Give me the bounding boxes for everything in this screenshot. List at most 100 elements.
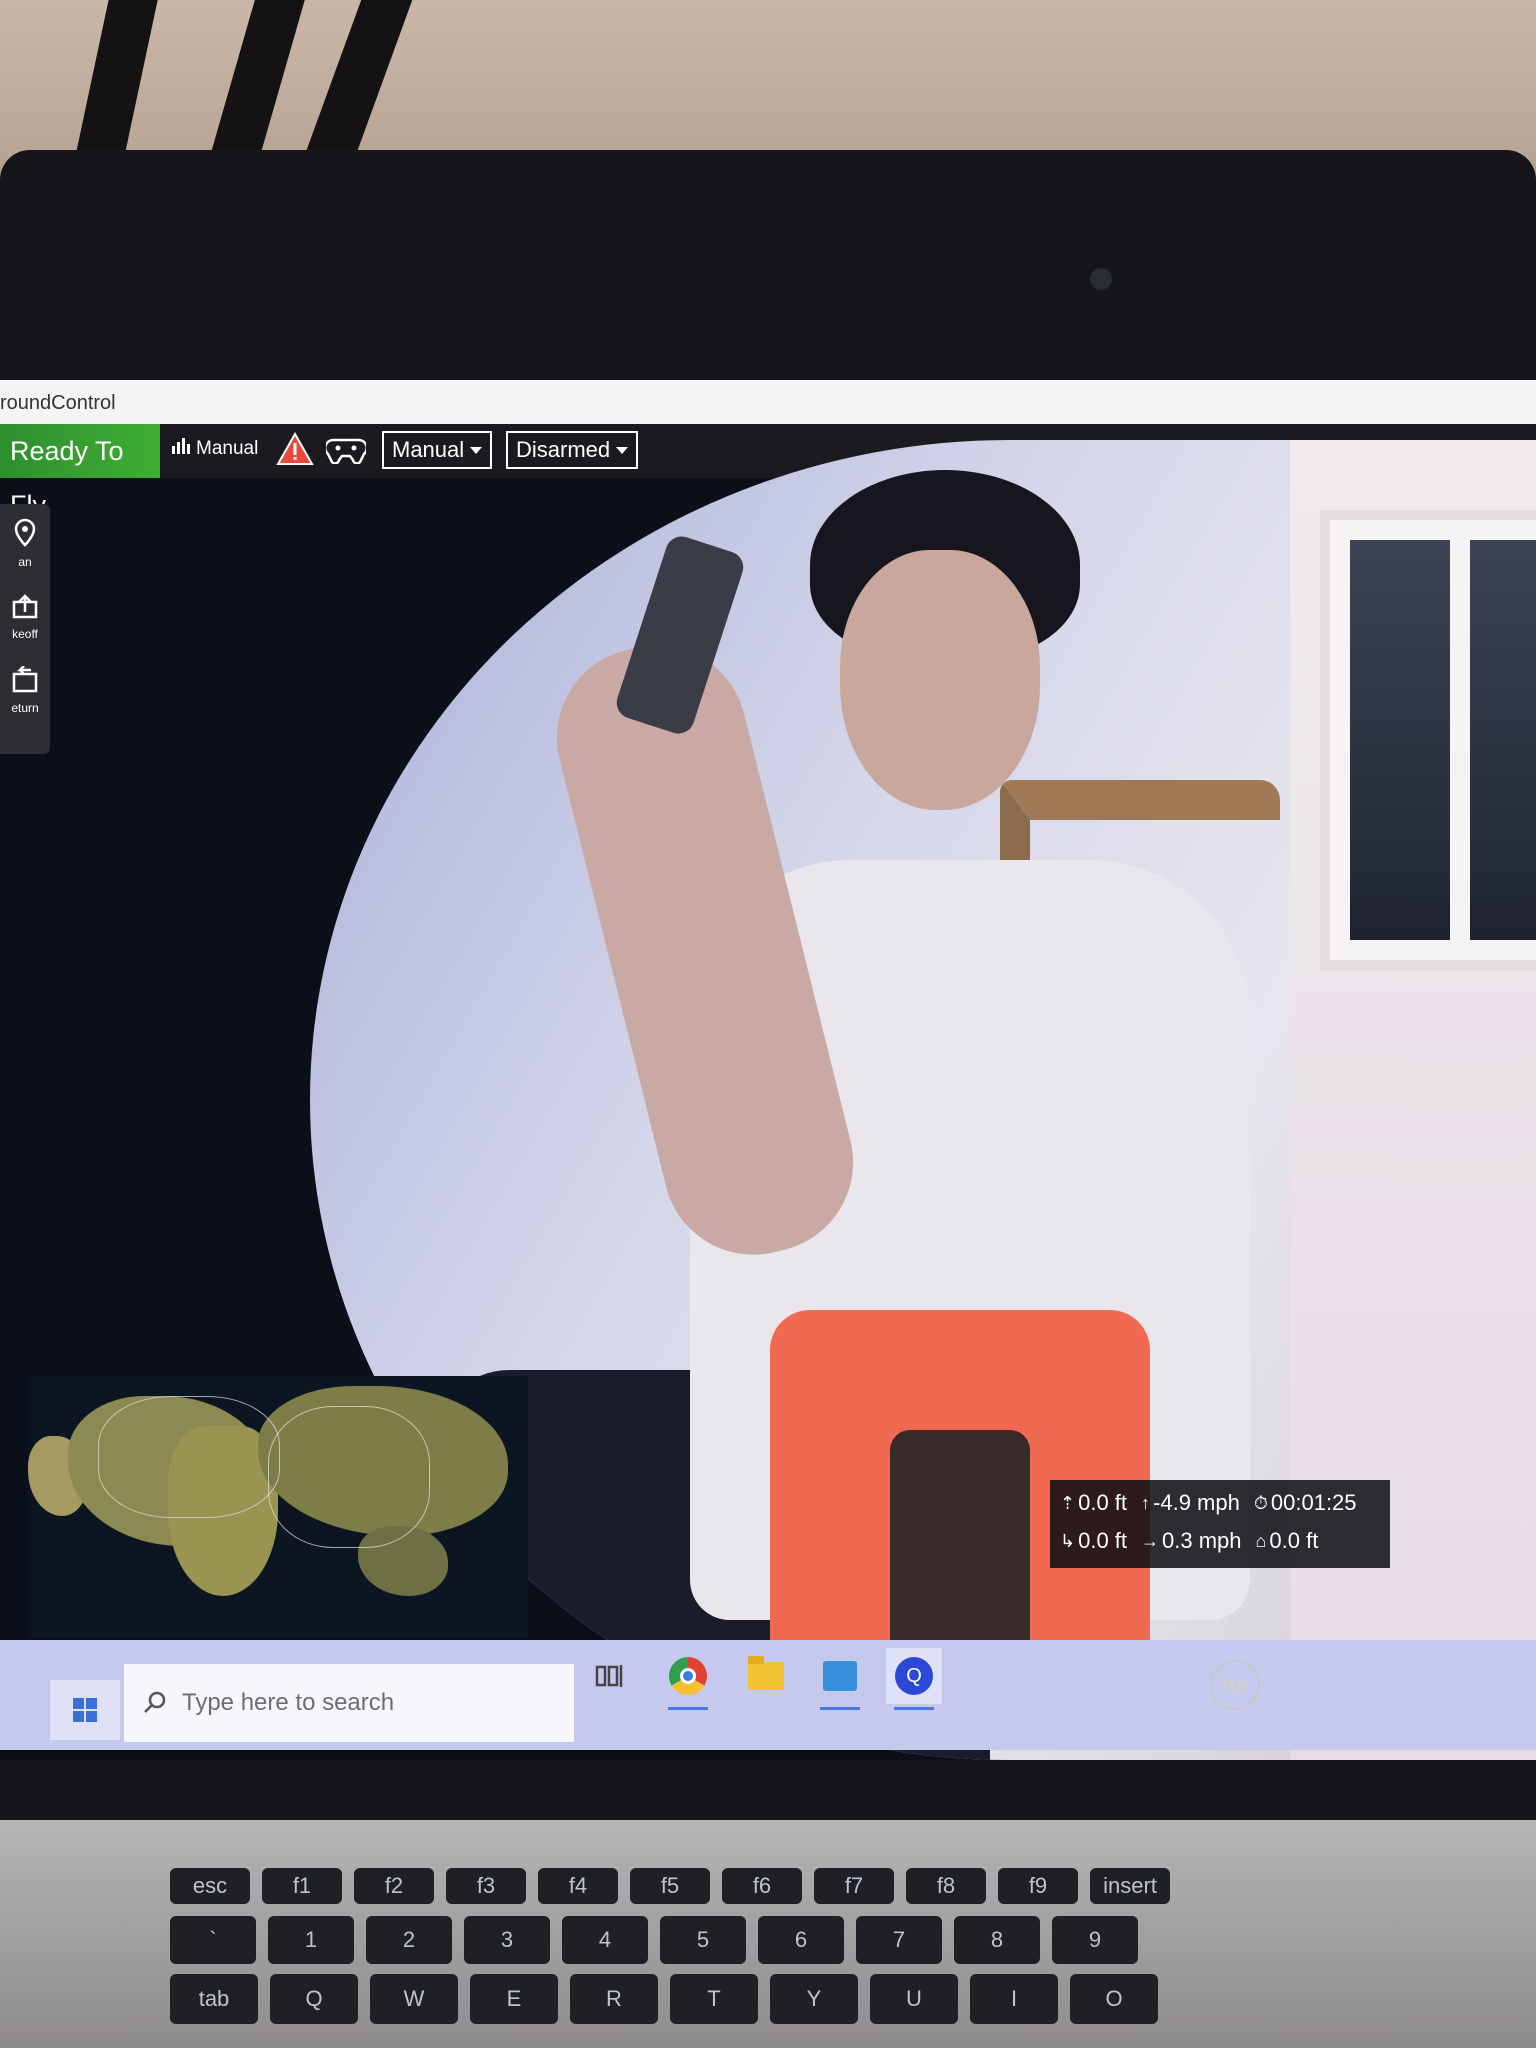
horizontal-speed-value: 0.3 mph: [1162, 1528, 1242, 1553]
toolstrip-takeoff[interactable]: keoff: [0, 592, 50, 641]
video-person-face: [840, 550, 1040, 810]
plan-icon: [14, 518, 36, 547]
telemetry-panel: ⇡ 0.0 ft ↑ -4.9 mph ⏱ 00:01:25 ↳ 0.0 ft → 0.3…: [1050, 1480, 1390, 1568]
taskbar-store[interactable]: [812, 1648, 868, 1710]
toolstrip-label: eturn: [11, 701, 39, 715]
active-app-indicator: [668, 1707, 708, 1710]
flight-mode-dropdown[interactable]: Manual: [382, 431, 492, 469]
keyboard-key[interactable]: f7: [814, 1868, 894, 1904]
map-border: [98, 1396, 280, 1518]
flight-mode-indicator[interactable]: Manual: [172, 438, 258, 460]
taskbar-search[interactable]: Type here to search: [124, 1664, 574, 1742]
search-placeholder: Type here to search: [182, 1689, 395, 1716]
horizontal-speed-readout: → 0.3 mph: [1141, 1528, 1242, 1554]
arm-state-dropdown[interactable]: Disarmed: [506, 431, 638, 469]
keyboard-key[interactable]: tab: [170, 1974, 258, 2024]
stopwatch-icon: ⏱: [1253, 1492, 1268, 1513]
keyboard-key[interactable]: f3: [446, 1868, 526, 1904]
video-window-pane: [1470, 540, 1536, 940]
telemetry-row: ⇡ 0.0 ft ↑ -4.9 mph ⏱ 00:01:25: [1060, 1490, 1357, 1516]
keyboard-key[interactable]: insert: [1090, 1868, 1170, 1904]
altitude-value: 0.0 ft: [1078, 1490, 1128, 1515]
video-window-pane: [1350, 540, 1450, 940]
active-app-indicator: [820, 1707, 860, 1710]
plan-toolstrip: an keoff eturn: [0, 504, 50, 754]
rc-signal-icon: [172, 438, 190, 460]
keyboard-key[interactable]: E: [470, 1974, 558, 2024]
keyboard-key[interactable]: f9: [998, 1868, 1078, 1904]
toolstrip-label: keoff: [12, 627, 38, 641]
vertical-speed-readout: ↑ -4.9 mph: [1141, 1490, 1240, 1516]
altitude-readout: ⇡ 0.0 ft: [1060, 1490, 1127, 1516]
keyboard-key[interactable]: f4: [538, 1868, 618, 1904]
taskbar-chrome[interactable]: [660, 1648, 716, 1710]
hp-logo: hp: [1210, 1660, 1260, 1710]
keyboard-key[interactable]: f1: [262, 1868, 342, 1904]
telemetry-row: ↳ 0.0 ft → 0.3 mph ⌂ 0.0 ft: [1060, 1528, 1318, 1554]
keyboard-key[interactable]: 9: [1052, 1916, 1138, 1964]
distance-readout: ↳ 0.0 ft: [1060, 1528, 1127, 1554]
distance-value: 0.0 ft: [1078, 1528, 1128, 1553]
vertical-speed-value: -4.9 mph: [1153, 1490, 1240, 1515]
keyboard-key[interactable]: 3: [464, 1916, 550, 1964]
joystick-icon[interactable]: [326, 436, 366, 464]
keyboard-key[interactable]: 8: [954, 1916, 1040, 1964]
arrow-right-icon: →: [1141, 1530, 1160, 1551]
arrow-up-icon: ↑: [1141, 1492, 1151, 1513]
arm-state-label: Disarmed: [516, 437, 611, 462]
keyboard-key[interactable]: Q: [270, 1974, 358, 2024]
keyboard-key[interactable]: f6: [722, 1868, 802, 1904]
task-view-button[interactable]: [582, 1648, 638, 1704]
taskbar-qgroundcontrol[interactable]: Q: [886, 1648, 942, 1710]
active-app-indicator: [894, 1707, 934, 1710]
folder-icon: [748, 1656, 784, 1690]
toolstrip-return[interactable]: eturn: [0, 665, 50, 715]
keyboard-key[interactable]: `: [170, 1916, 256, 1964]
taskbar-file-explorer[interactable]: [738, 1648, 794, 1704]
keyboard-key[interactable]: 4: [562, 1916, 648, 1964]
keyboard-key[interactable]: f2: [354, 1868, 434, 1904]
keyboard-key[interactable]: R: [570, 1974, 658, 2024]
home-icon: ⌂: [1255, 1530, 1267, 1551]
keyboard-key[interactable]: 6: [758, 1916, 844, 1964]
home-distance-readout: ⌂ 0.0 ft: [1256, 1528, 1319, 1554]
keyboard-key[interactable]: 1: [268, 1916, 354, 1964]
chrome-icon: [669, 1657, 707, 1695]
keyboard-key[interactable]: 2: [366, 1916, 452, 1964]
video-window: [1320, 510, 1536, 970]
keyboard-key[interactable]: Y: [770, 1974, 858, 2024]
video-drone-notch: [890, 1430, 1030, 1670]
window-title: roundControl: [0, 392, 116, 414]
keyboard-key[interactable]: O: [1070, 1974, 1158, 2024]
home-distance-value: 0.0 ft: [1269, 1528, 1319, 1553]
keyboard-key[interactable]: 5: [660, 1916, 746, 1964]
takeoff-icon: [12, 594, 38, 619]
map-border: [268, 1406, 430, 1548]
keyboard-key[interactable]: W: [370, 1974, 458, 2024]
flight-mode-label: Manual: [392, 437, 465, 462]
keyboard-key[interactable]: esc: [170, 1868, 250, 1904]
toolstrip-label: an: [18, 555, 32, 569]
flight-time-readout: ⏱ 00:01:25: [1254, 1490, 1357, 1516]
distance-icon: ↳: [1060, 1530, 1076, 1551]
altitude-icon: ⇡: [1060, 1492, 1076, 1513]
keyboard-key[interactable]: 7: [856, 1916, 942, 1964]
keyboard-key[interactable]: T: [670, 1974, 758, 2024]
search-icon: [144, 1691, 166, 1713]
keyboard-key[interactable]: I: [970, 1974, 1058, 2024]
keyboard-key[interactable]: U: [870, 1974, 958, 2024]
return-icon: [12, 665, 38, 693]
flight-time-value: 00:01:25: [1270, 1490, 1357, 1515]
laptop-screen: roundControl Ready To Fly Manual Manual …: [0, 380, 1536, 1760]
chevron-down-icon: [616, 446, 629, 454]
keyboard-deck: esc f1 f2 f3 f4 f5 f6 f7 f8 f9 insert ` 1 2 3 4 5 6 7 8 9 t…: [0, 1820, 1536, 2048]
status-ready-indicator[interactable]: Ready To Fly: [0, 424, 160, 520]
keyboard-key[interactable]: f8: [906, 1868, 986, 1904]
toolstrip-plan[interactable]: an: [0, 518, 50, 569]
start-button[interactable]: [50, 1680, 120, 1740]
warning-icon[interactable]: [276, 432, 314, 466]
mini-map[interactable]: [28, 1376, 528, 1638]
task-view-icon: [595, 1665, 623, 1687]
key-row: tab Q W E R T Y U I O: [170, 1974, 1158, 2024]
keyboard-key[interactable]: f5: [630, 1868, 710, 1904]
